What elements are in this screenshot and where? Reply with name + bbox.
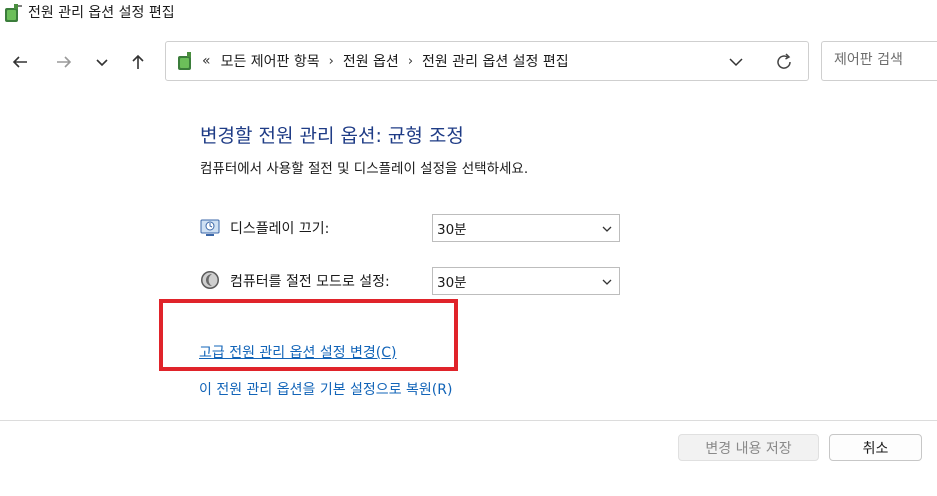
arrow-right-icon (57, 56, 72, 68)
back-button[interactable] (6, 48, 34, 76)
display-off-value: 30분 (437, 222, 467, 238)
cancel-button[interactable]: 취소 (829, 434, 922, 461)
window-title: 전원 관리 옵션 설정 편집 (28, 5, 175, 21)
chevron-down-icon (96, 59, 108, 67)
sleep-value: 30분 (437, 275, 467, 291)
display-monitor-icon (200, 219, 220, 236)
power-options-icon (178, 52, 191, 70)
arrow-up-icon (132, 54, 144, 69)
refresh-icon[interactable] (772, 50, 796, 74)
display-off-select[interactable]: 30분 (432, 214, 620, 242)
address-bar[interactable]: « 모든 제어판 항목 › 전원 옵션 › 전원 관리 옵션 설정 편집 (165, 41, 809, 81)
footer-divider (0, 420, 937, 421)
arrow-left-icon (12, 56, 27, 68)
search-input[interactable] (832, 51, 936, 69)
title-bar: 전원 관리 옵션 설정 편집 (0, 0, 937, 28)
chevron-down-icon (602, 226, 612, 232)
page-title: 변경할 전원 관리 옵션: 균형 조정 (200, 125, 464, 147)
sleep-label: 컴퓨터를 절전 모드로 설정: (230, 274, 390, 290)
breadcrumb-item-edit-plan[interactable]: 전원 관리 옵션 설정 편집 (422, 51, 569, 71)
forward-button[interactable] (50, 48, 78, 76)
breadcrumb: « 모든 제어판 항목 › 전원 옵션 › 전원 관리 옵션 설정 편집 (202, 42, 569, 80)
address-history-chevron-icon[interactable] (726, 52, 746, 72)
sleep-moon-icon (201, 271, 219, 289)
power-options-icon (5, 4, 22, 22)
page-subtitle: 컴퓨터에서 사용할 절전 및 디스플레이 설정을 선택하세요. (200, 161, 529, 177)
display-off-label: 디스플레이 끄기: (230, 221, 330, 237)
up-button[interactable] (124, 48, 152, 76)
advanced-settings-link[interactable]: 고급 전원 관리 옵션 설정 변경(C) (199, 342, 397, 362)
recent-locations-button[interactable] (88, 48, 116, 76)
breadcrumb-separator-icon[interactable]: › (408, 54, 413, 69)
breadcrumb-separator-icon[interactable]: › (329, 54, 334, 69)
sleep-select[interactable]: 30분 (432, 267, 620, 295)
chevron-down-icon (602, 279, 612, 285)
breadcrumb-item-power-options[interactable]: 전원 옵션 (343, 51, 399, 71)
breadcrumb-item-all-control-panel[interactable]: 모든 제어판 항목 (221, 51, 320, 71)
restore-defaults-link[interactable]: 이 전원 관리 옵션을 기본 설정으로 복원(R) (199, 379, 452, 399)
save-changes-button[interactable]: 변경 내용 저장 (678, 434, 819, 461)
breadcrumb-overflow[interactable]: « (202, 53, 211, 69)
search-box[interactable] (821, 41, 937, 81)
